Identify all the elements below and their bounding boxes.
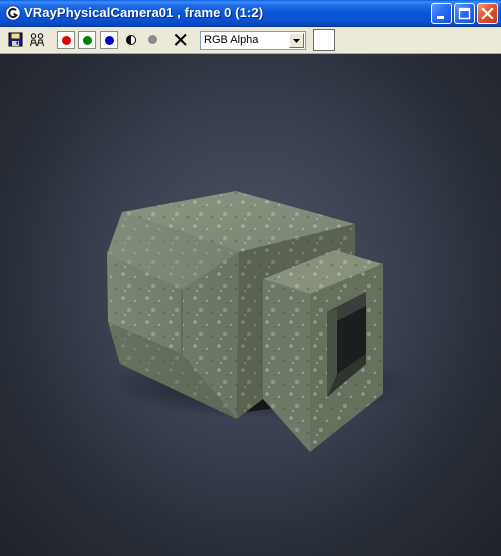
blue-channel-icon: [105, 36, 114, 45]
blue-channel-toggle[interactable]: [100, 31, 118, 49]
clone-window-icon: [30, 33, 44, 47]
monochrome-icon: [126, 35, 136, 45]
render-viewport[interactable]: [0, 54, 501, 556]
color-swatch[interactable]: [313, 29, 335, 51]
maximize-icon: [458, 7, 471, 20]
red-channel-toggle[interactable]: [57, 31, 75, 49]
minimize-icon: [437, 16, 444, 19]
display-channel-select[interactable]: RGB Alpha: [200, 31, 306, 50]
green-channel-toggle[interactable]: [78, 31, 96, 49]
clear-button[interactable]: [172, 31, 190, 49]
chevron-down-icon: [293, 39, 300, 43]
save-image-icon: [8, 32, 23, 47]
concrete-bunker-render: [107, 191, 410, 452]
alpha-channel-icon: [148, 35, 157, 44]
dropdown-button[interactable]: [289, 33, 304, 48]
clone-window-button[interactable]: [28, 31, 46, 49]
minimize-button[interactable]: [431, 3, 452, 24]
close-button[interactable]: [477, 3, 498, 24]
display-channel-value: RGB Alpha: [204, 34, 259, 46]
save-image-button[interactable]: [7, 31, 25, 49]
monochrome-toggle[interactable]: [122, 31, 140, 49]
clear-icon: [174, 33, 187, 46]
window-title: VRayPhysicalCamera01 , frame 0 (1:2): [24, 5, 264, 20]
green-channel-icon: [83, 36, 92, 45]
red-channel-icon: [62, 36, 71, 45]
alpha-channel-toggle[interactable]: [144, 31, 162, 49]
toolbar: RGB Alpha: [0, 27, 501, 54]
close-icon: [481, 7, 494, 20]
app-logo-icon: [5, 5, 21, 21]
title-bar[interactable]: VRayPhysicalCamera01 , frame 0 (1:2): [0, 0, 501, 27]
frame-buffer-window: VRayPhysicalCamera01 , frame 0 (1:2) RGB…: [0, 0, 501, 556]
maximize-button[interactable]: [454, 3, 475, 24]
